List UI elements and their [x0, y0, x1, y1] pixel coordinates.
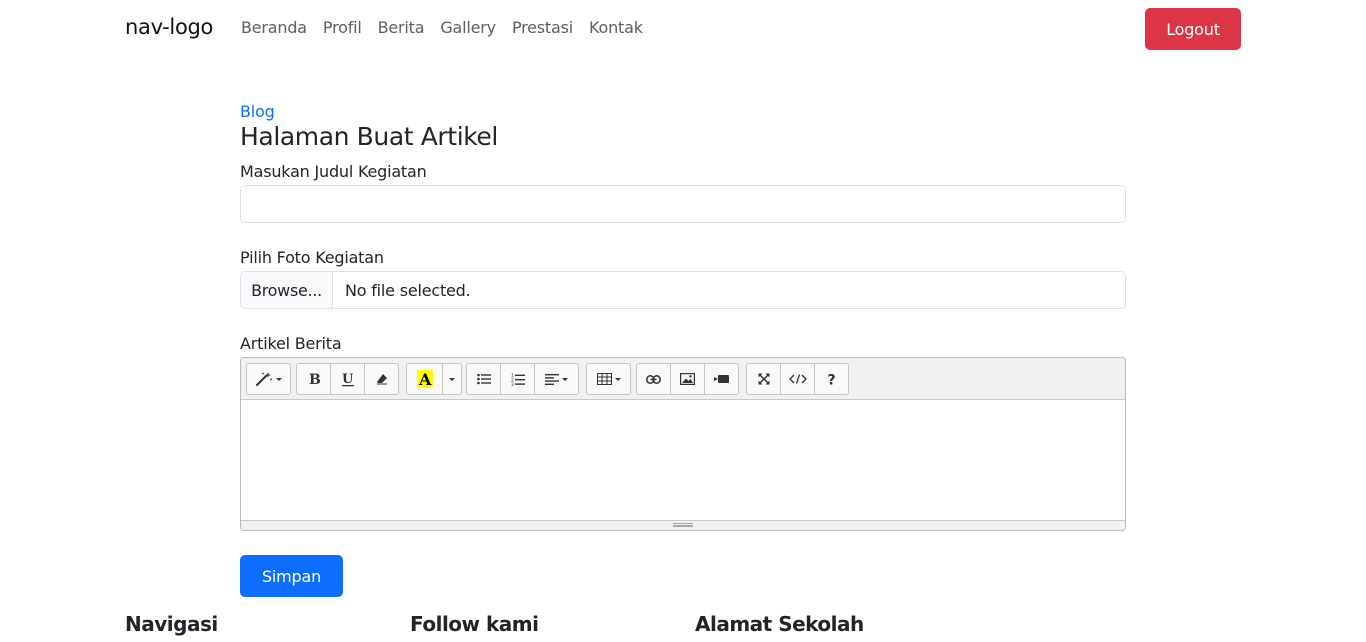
- picture-icon: [680, 373, 695, 385]
- toolbar-group-color: A: [406, 363, 462, 395]
- svg-text:?: ?: [827, 373, 835, 387]
- svg-text:A: A: [418, 370, 432, 388]
- color-dropdown-icon: [449, 377, 455, 381]
- link-button[interactable]: [636, 363, 671, 395]
- nav-logo[interactable]: nav-logo: [125, 15, 213, 39]
- table-button[interactable]: [586, 363, 631, 395]
- magic-wand-icon: [255, 371, 273, 387]
- toolbar-group-view: ?: [746, 363, 849, 395]
- nav-link-prestasi[interactable]: Prestasi: [512, 18, 573, 37]
- nav-link-beranda[interactable]: Beranda: [241, 18, 307, 37]
- nav-link-berita[interactable]: Berita: [378, 18, 425, 37]
- remove-format-button[interactable]: [364, 363, 399, 395]
- svg-text:B: B: [309, 372, 320, 386]
- chevron-down-icon: [562, 377, 568, 381]
- ordered-list-icon: 123: [511, 373, 525, 386]
- chevron-down-icon: [614, 377, 621, 381]
- paragraph-align-button[interactable]: [534, 363, 579, 395]
- footer-heading-follow: Follow kami: [410, 612, 539, 636]
- video-button[interactable]: [704, 363, 739, 395]
- underline-icon: U: [341, 372, 355, 387]
- nav-links: Beranda Profil Berita Gallery Prestasi K…: [241, 18, 659, 37]
- footer-heading-address: Alamat Sekolah: [695, 612, 864, 636]
- ordered-list-button[interactable]: 123: [500, 363, 535, 395]
- bold-icon: B: [308, 372, 320, 386]
- nav-link-profil[interactable]: Profil: [323, 18, 362, 37]
- unordered-list-icon: [476, 373, 491, 385]
- save-button[interactable]: Simpan: [240, 555, 343, 597]
- title-label: Masukan Judul Kegiatan: [240, 162, 427, 181]
- toolbar-group-style: [246, 363, 291, 395]
- nav-link-kontak[interactable]: Kontak: [589, 18, 643, 37]
- video-icon: [714, 374, 729, 384]
- page-title: Halaman Buat Artikel: [240, 122, 498, 151]
- style-button[interactable]: [246, 363, 291, 395]
- eraser-icon: [376, 373, 388, 385]
- toolbar-group-insert: [636, 363, 739, 395]
- editor-toolbar: B U A 1 2 3 ?: [241, 358, 1125, 400]
- file-status: No file selected.: [345, 280, 471, 300]
- grip-icon: [673, 523, 693, 527]
- breadcrumb-blog[interactable]: Blog: [240, 102, 275, 121]
- color-dropdown-button[interactable]: [442, 363, 462, 395]
- logout-button[interactable]: Logout: [1145, 8, 1241, 50]
- help-button[interactable]: ?: [814, 363, 849, 395]
- title-input[interactable]: [240, 185, 1126, 223]
- picture-button[interactable]: [670, 363, 705, 395]
- nav-link-gallery[interactable]: Gallery: [440, 18, 496, 37]
- toolbar-group-para: 123: [466, 363, 579, 395]
- photo-label: Pilih Foto Kegiatan: [240, 248, 384, 267]
- paragraph-align-icon: [545, 373, 559, 385]
- table-icon: [596, 373, 612, 385]
- highlight-color-icon: A: [416, 370, 433, 388]
- chevron-down-icon: [276, 377, 282, 381]
- underline-button[interactable]: U: [330, 363, 365, 395]
- svg-text:U: U: [342, 372, 354, 387]
- bold-button[interactable]: B: [296, 363, 331, 395]
- article-label: Artikel Berita: [240, 334, 342, 353]
- rich-text-editor: B U A 1 2 3 ?: [240, 357, 1126, 531]
- code-view-button[interactable]: [780, 363, 815, 395]
- editor-content-area[interactable]: [241, 400, 1125, 520]
- footer-heading-navigasi: Navigasi: [125, 612, 218, 636]
- toolbar-group-font: B U: [296, 363, 399, 395]
- highlight-color-button[interactable]: A: [406, 363, 443, 395]
- photo-file-input[interactable]: Browse... No file selected.: [240, 271, 1126, 309]
- browse-button[interactable]: Browse...: [241, 272, 333, 308]
- fullscreen-icon: [758, 373, 770, 385]
- unordered-list-button[interactable]: [466, 363, 501, 395]
- link-icon: [646, 374, 661, 384]
- svg-text:3: 3: [511, 382, 514, 386]
- toolbar-group-table: [586, 363, 631, 395]
- editor-resize-handle[interactable]: [241, 520, 1125, 530]
- fullscreen-button[interactable]: [746, 363, 781, 395]
- navbar: nav-logo Beranda Profil Berita Gallery P…: [0, 0, 1366, 60]
- help-icon: ?: [827, 372, 837, 387]
- code-view-icon: [788, 374, 807, 384]
